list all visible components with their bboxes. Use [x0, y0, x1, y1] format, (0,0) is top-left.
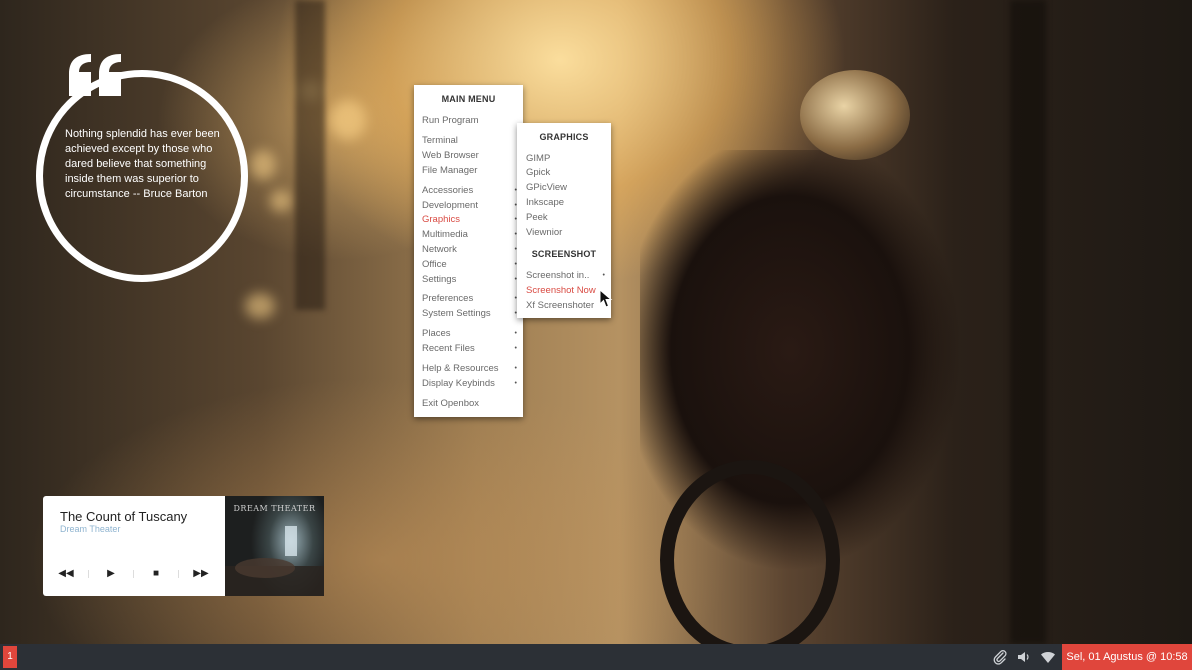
- menu-item-label: Screenshot in..: [526, 270, 590, 281]
- taskbar: 1 Sel, 01 Agustus @ 10:58: [0, 644, 1192, 670]
- control-separator: [178, 570, 179, 578]
- stop-button[interactable]: ■: [146, 566, 166, 582]
- wallpaper-wheel: [660, 460, 840, 644]
- menu-item-label: Preferences: [422, 293, 474, 304]
- wallpaper-bokeh: [250, 150, 276, 180]
- menu-item-file-manager[interactable]: File Manager: [422, 164, 517, 178]
- menu-item-graphics[interactable]: Graphics •: [422, 213, 517, 227]
- menu-item-gimp[interactable]: GIMP: [526, 152, 605, 166]
- menu-item-office[interactable]: Office •: [422, 258, 517, 272]
- menu-item-label: Places: [422, 328, 451, 339]
- menu-item-label: Run Program: [422, 115, 479, 126]
- album-art-figure: [225, 526, 324, 596]
- menu-item-label: System Settings: [422, 308, 491, 319]
- menu-item-label: Help & Resources: [422, 363, 499, 374]
- menu-item-viewnior[interactable]: Viewnior: [526, 226, 605, 240]
- menu-item-run-program[interactable]: Run Program: [422, 114, 517, 128]
- submenu-arrow-icon: •: [514, 330, 517, 337]
- submenu-arrow-icon: •: [514, 345, 517, 352]
- menu-item-terminal[interactable]: Terminal: [422, 134, 517, 148]
- menu-item-settings[interactable]: Settings •: [422, 273, 517, 287]
- quote-text: Nothing splendid has ever been achieved …: [65, 128, 220, 200]
- previous-button[interactable]: ◀◀: [56, 566, 76, 582]
- menu-item-places[interactable]: Places •: [422, 327, 517, 341]
- play-button[interactable]: ▶: [101, 566, 121, 582]
- menu-item-label: Accessories: [422, 185, 474, 196]
- graphics-submenu: GRAPHICS GIMP Gpick GPicView Inkscape Pe…: [517, 123, 611, 318]
- menu-item-label: Settings: [422, 274, 457, 285]
- menu-item-label: Terminal: [422, 135, 458, 146]
- menu-item-label: Peek: [526, 212, 548, 223]
- menu-item-label: Office: [422, 259, 447, 270]
- menu-item-multimedia[interactable]: Multimedia •: [422, 228, 517, 242]
- menu-item-display-keybinds[interactable]: Display Keybinds •: [422, 377, 517, 391]
- menu-item-inkscape[interactable]: Inkscape: [526, 196, 605, 210]
- wallpaper-bokeh: [245, 293, 275, 319]
- menu-item-development[interactable]: Development •: [422, 199, 517, 213]
- control-separator: [88, 570, 89, 578]
- menu-item-label: Screenshot Now: [526, 285, 596, 296]
- submenu-arrow-icon: •: [514, 365, 517, 372]
- menu-item-gpicview[interactable]: GPicView: [526, 181, 605, 195]
- menu-item-label: Network: [422, 244, 457, 255]
- wallpaper-bokeh: [330, 100, 366, 140]
- wifi-icon[interactable]: [1040, 649, 1056, 665]
- menu-item-label: File Manager: [422, 165, 478, 176]
- menu-item-web-browser[interactable]: Web Browser: [422, 149, 517, 163]
- album-art: DREAM THEATER: [225, 496, 324, 596]
- menu-item-label: Xf Screenshoter: [526, 300, 595, 311]
- menu-item-preferences[interactable]: Preferences •: [422, 292, 517, 306]
- graphics-submenu-title: GRAPHICS: [539, 132, 589, 142]
- menu-item-label: Display Keybinds: [422, 378, 495, 389]
- menu-item-peek[interactable]: Peek: [526, 211, 605, 225]
- menu-item-label: GPicView: [526, 182, 568, 193]
- menu-item-label: Gpick: [526, 167, 551, 178]
- track-title: The Count of Tuscany: [60, 509, 188, 524]
- quote-mark-icon: [62, 40, 122, 100]
- menu-item-label: Inkscape: [526, 197, 565, 208]
- paperclip-icon[interactable]: [992, 649, 1008, 665]
- main-menu: MAIN MENU Run Program Terminal Web Brows…: [414, 85, 523, 417]
- mouse-cursor-icon: [599, 289, 613, 308]
- menu-item-accessories[interactable]: Accessories •: [422, 184, 517, 198]
- submenu-arrow-icon: •: [602, 272, 605, 279]
- music-player: The Count of Tuscany Dream Theater ◀◀ ▶ …: [43, 496, 225, 596]
- menu-item-screenshot-in[interactable]: Screenshot in.. •: [526, 269, 605, 283]
- control-separator: [133, 570, 134, 578]
- wallpaper-headlight: [800, 70, 910, 160]
- next-button[interactable]: ▶▶: [191, 566, 211, 582]
- screenshot-section-title: SCREENSHOT: [531, 249, 597, 259]
- menu-item-help-resources[interactable]: Help & Resources •: [422, 362, 517, 376]
- menu-item-label: Web Browser: [422, 150, 479, 161]
- main-menu-title: MAIN MENU: [441, 94, 496, 104]
- wallpaper-bokeh: [270, 190, 292, 212]
- menu-item-label: Development: [422, 200, 478, 211]
- wallpaper-post: [1010, 0, 1046, 644]
- menu-item-system-settings[interactable]: System Settings •: [422, 307, 517, 321]
- player-controls: ◀◀ ▶ ■ ▶▶: [43, 566, 225, 582]
- clock[interactable]: Sel, 01 Agustus @ 10:58: [1062, 644, 1192, 670]
- menu-item-label: Exit Openbox: [422, 398, 480, 409]
- menu-item-xf-screenshoter[interactable]: Xf Screenshoter: [526, 299, 605, 313]
- menu-item-exit-openbox[interactable]: Exit Openbox: [422, 397, 517, 411]
- track-artist: Dream Theater: [60, 524, 121, 534]
- menu-item-label: GIMP: [526, 153, 551, 164]
- workspace-indicator[interactable]: 1: [3, 646, 17, 668]
- submenu-arrow-icon: •: [514, 380, 517, 387]
- menu-item-label: Graphics: [422, 214, 461, 225]
- menu-item-gpick[interactable]: Gpick: [526, 166, 605, 180]
- menu-item-recent-files[interactable]: Recent Files •: [422, 342, 517, 356]
- menu-item-screenshot-now[interactable]: Screenshot Now: [526, 284, 605, 298]
- menu-item-network[interactable]: Network •: [422, 243, 517, 257]
- wallpaper-post: [295, 0, 325, 310]
- menu-item-label: Multimedia: [422, 229, 468, 240]
- menu-item-label: Viewnior: [526, 227, 563, 238]
- volume-icon[interactable]: [1016, 649, 1032, 665]
- menu-item-label: Recent Files: [422, 343, 475, 354]
